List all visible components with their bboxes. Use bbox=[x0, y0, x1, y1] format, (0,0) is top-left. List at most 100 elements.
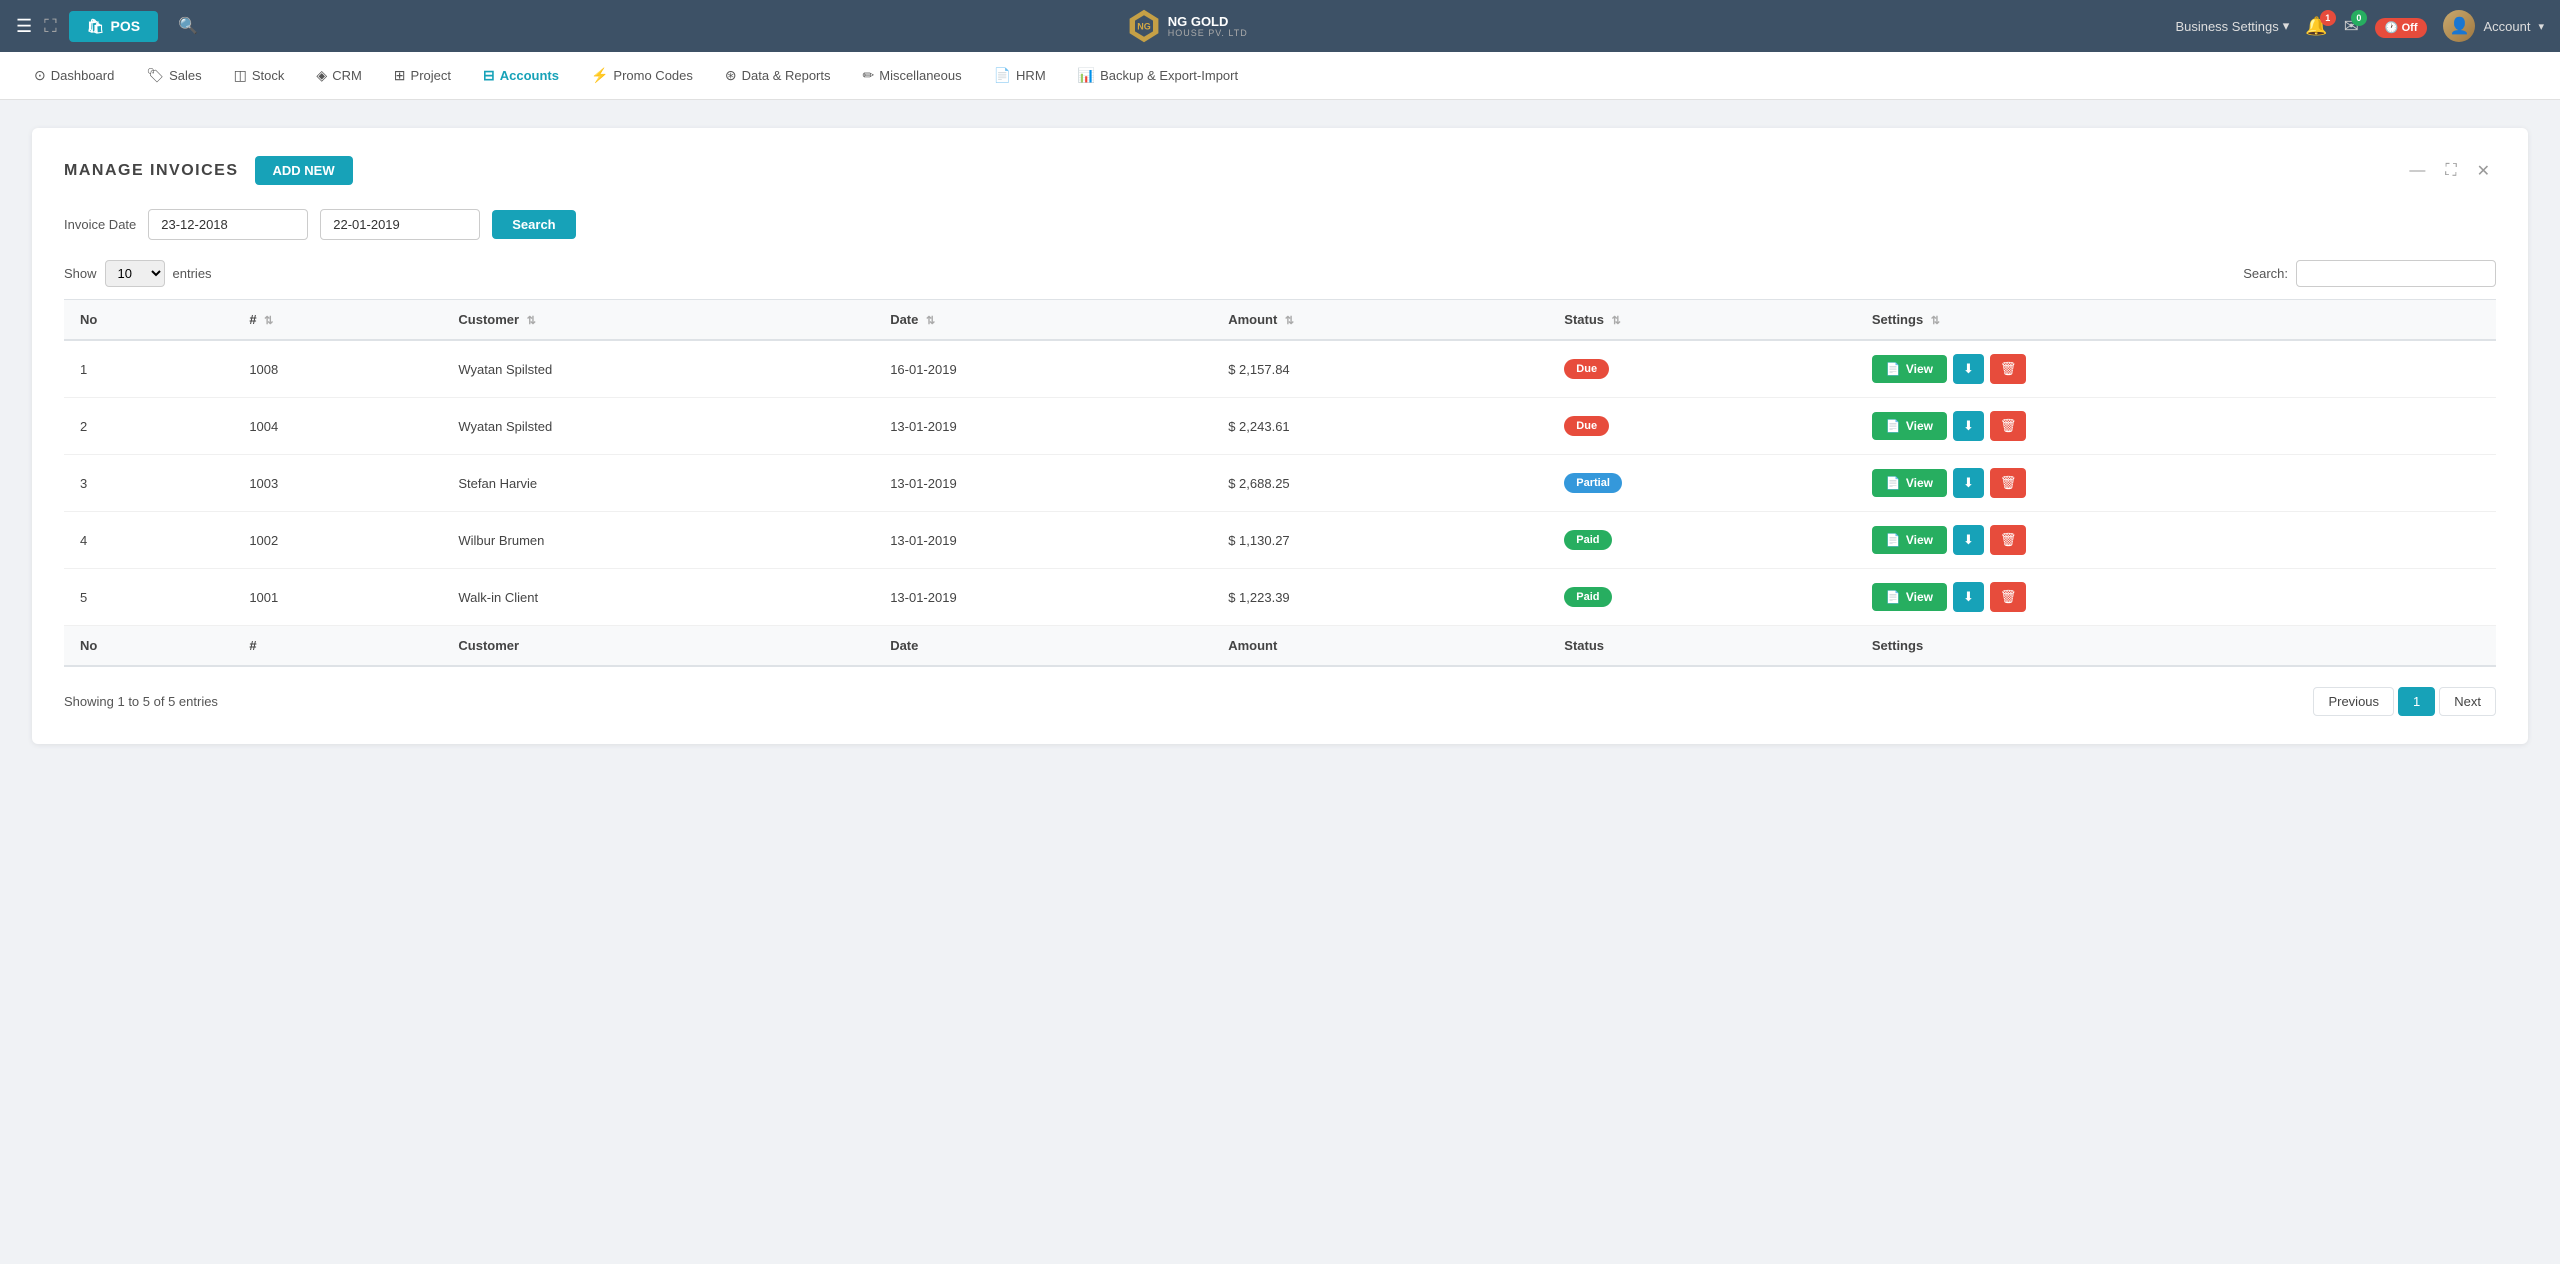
table-footer: No # Customer Date Amount Status Setting… bbox=[64, 626, 2496, 667]
search-button[interactable]: Search bbox=[492, 210, 575, 239]
stock-icon: ◫ bbox=[234, 67, 247, 84]
date-to-input[interactable] bbox=[320, 209, 480, 240]
sales-label: Sales bbox=[169, 68, 202, 83]
footer-amount: Amount bbox=[1212, 626, 1548, 667]
sort-amount-icon: ⇅ bbox=[1285, 315, 1294, 327]
sidebar-item-crm[interactable]: ◈ CRM bbox=[302, 61, 375, 90]
entries-select[interactable]: 10 25 50 100 bbox=[105, 260, 165, 287]
reports-label: Data & Reports bbox=[742, 68, 831, 83]
sales-icon: 🏷 bbox=[146, 67, 164, 84]
action-buttons: 📄 View ⬇ 🗑 bbox=[1872, 582, 2480, 612]
col-status[interactable]: Status ⇅ bbox=[1548, 300, 1856, 341]
misc-label: Miscellaneous bbox=[879, 68, 961, 83]
sidebar-item-misc[interactable]: ✏ Miscellaneous bbox=[849, 61, 976, 90]
view-button[interactable]: 📄 View bbox=[1872, 469, 1947, 497]
table-search-input[interactable] bbox=[2296, 260, 2496, 287]
sidebar-item-sales[interactable]: 🏷 Sales bbox=[132, 61, 215, 90]
biz-settings-label: Business Settings bbox=[2175, 19, 2278, 34]
crop-icon[interactable]: ⛶ bbox=[44, 16, 57, 37]
page-1-button[interactable]: 1 bbox=[2398, 687, 2435, 716]
col-hash[interactable]: # ⇅ bbox=[233, 300, 442, 341]
timer-button[interactable]: 🕐 Off bbox=[2375, 19, 2428, 34]
showing-text: Showing 1 to 5 of 5 entries bbox=[64, 694, 218, 709]
view-button[interactable]: 📄 View bbox=[1872, 583, 1947, 611]
date-from-input[interactable] bbox=[148, 209, 308, 240]
next-button[interactable]: Next bbox=[2439, 687, 2496, 716]
download-button[interactable]: ⬇ bbox=[1953, 411, 1984, 441]
project-icon: ⊞ bbox=[394, 67, 406, 84]
download-button[interactable]: ⬇ bbox=[1953, 582, 1984, 612]
download-button[interactable]: ⬇ bbox=[1953, 468, 1984, 498]
sidebar-item-accounts[interactable]: ⊟ Accounts bbox=[469, 61, 573, 90]
close-button[interactable]: ✕ bbox=[2471, 159, 2496, 183]
add-new-button[interactable]: ADD NEW bbox=[255, 156, 353, 185]
sidebar-item-promo[interactable]: ⚡ Promo Codes bbox=[577, 61, 707, 90]
cell-status: Paid bbox=[1548, 512, 1856, 569]
messages-icon[interactable]: ✉ 0 bbox=[2344, 16, 2359, 37]
delete-button[interactable]: 🗑 bbox=[1990, 354, 2027, 384]
dashboard-label: Dashboard bbox=[51, 68, 115, 83]
sidebar-item-dashboard[interactable]: ⊙ Dashboard bbox=[20, 61, 128, 90]
view-button[interactable]: 📄 View bbox=[1872, 355, 1947, 383]
account-menu[interactable]: 👤 Account ▾ bbox=[2443, 10, 2544, 42]
sidebar-item-project[interactable]: ⊞ Project bbox=[380, 61, 465, 90]
col-settings[interactable]: Settings ⇅ bbox=[1856, 300, 2496, 341]
table-row: 4 1002 Wilbur Brumen 13-01-2019 $ 1,130.… bbox=[64, 512, 2496, 569]
business-settings-menu[interactable]: Business Settings ▾ bbox=[2175, 18, 2289, 34]
sort-status-icon: ⇅ bbox=[1612, 315, 1621, 327]
view-doc-icon: 📄 bbox=[1886, 419, 1901, 433]
delete-button[interactable]: 🗑 bbox=[1990, 582, 2027, 612]
download-button[interactable]: ⬇ bbox=[1953, 354, 1984, 384]
table-controls: Show 10 25 50 100 entries Search: bbox=[64, 260, 2496, 287]
backup-label: Backup & Export-Import bbox=[1100, 68, 1238, 83]
delete-button[interactable]: 🗑 bbox=[1990, 525, 2027, 555]
view-button[interactable]: 📄 View bbox=[1872, 526, 1947, 554]
sidebar-item-hrm[interactable]: 📄 HRM bbox=[980, 61, 1060, 90]
footer-no: No bbox=[64, 626, 233, 667]
download-button[interactable]: ⬇ bbox=[1953, 525, 1984, 555]
download-icon: ⬇ bbox=[1963, 532, 1974, 547]
status-badge: Due bbox=[1564, 416, 1609, 436]
cell-customer: Walk-in Client bbox=[442, 569, 874, 626]
col-date[interactable]: Date ⇅ bbox=[874, 300, 1212, 341]
download-icon: ⬇ bbox=[1963, 361, 1974, 376]
sidebar-item-stock[interactable]: ◫ Stock bbox=[220, 61, 299, 90]
entries-label: entries bbox=[173, 266, 212, 281]
panel-header: MANAGE INVOICES ADD NEW — ⛶ ✕ bbox=[64, 156, 2496, 185]
footer-hash: # bbox=[233, 626, 442, 667]
cell-hash: 1008 bbox=[233, 340, 442, 398]
table-row: 5 1001 Walk-in Client 13-01-2019 $ 1,223… bbox=[64, 569, 2496, 626]
pos-button[interactable]: 🛍 POS bbox=[69, 11, 158, 42]
search-icon[interactable]: 🔍 bbox=[178, 16, 198, 36]
minimize-button[interactable]: — bbox=[2403, 160, 2431, 182]
cell-customer: Wyatan Spilsted bbox=[442, 398, 874, 455]
col-amount[interactable]: Amount ⇅ bbox=[1212, 300, 1548, 341]
sidebar-item-reports[interactable]: ⊛ Data & Reports bbox=[711, 61, 845, 90]
hamburger-icon[interactable]: ☰ bbox=[16, 16, 32, 37]
download-icon: ⬇ bbox=[1963, 589, 1974, 604]
notification-bell[interactable]: 🔔 1 bbox=[2305, 16, 2327, 37]
misc-icon: ✏ bbox=[863, 67, 875, 84]
view-button[interactable]: 📄 View bbox=[1872, 412, 1947, 440]
show-label: Show bbox=[64, 266, 97, 281]
account-label: Account bbox=[2483, 19, 2530, 34]
delete-icon: 🗑 bbox=[2000, 361, 2017, 376]
show-entries: Show 10 25 50 100 entries bbox=[64, 260, 212, 287]
sidebar-item-backup[interactable]: 📊 Backup & Export-Import bbox=[1064, 61, 1252, 90]
footer-settings: Settings bbox=[1856, 626, 2496, 667]
cell-customer: Stefan Harvie bbox=[442, 455, 874, 512]
cell-date: 13-01-2019 bbox=[874, 512, 1212, 569]
brand-logo-svg: NG bbox=[1126, 8, 1162, 44]
cell-settings: 📄 View ⬇ 🗑 bbox=[1856, 455, 2496, 512]
maximize-button[interactable]: ⛶ bbox=[2439, 160, 2462, 182]
dashboard-icon: ⊙ bbox=[34, 67, 46, 84]
cell-customer: Wilbur Brumen bbox=[442, 512, 874, 569]
download-icon: ⬇ bbox=[1963, 418, 1974, 433]
delete-button[interactable]: 🗑 bbox=[1990, 468, 2027, 498]
previous-button[interactable]: Previous bbox=[2313, 687, 2394, 716]
delete-button[interactable]: 🗑 bbox=[1990, 411, 2027, 441]
brand-logo: NG NG GOLD HOUSE PV. LTD bbox=[1126, 8, 1248, 44]
pos-label: POS bbox=[111, 18, 141, 34]
col-customer[interactable]: Customer ⇅ bbox=[442, 300, 874, 341]
cell-amount: $ 2,688.25 bbox=[1212, 455, 1548, 512]
